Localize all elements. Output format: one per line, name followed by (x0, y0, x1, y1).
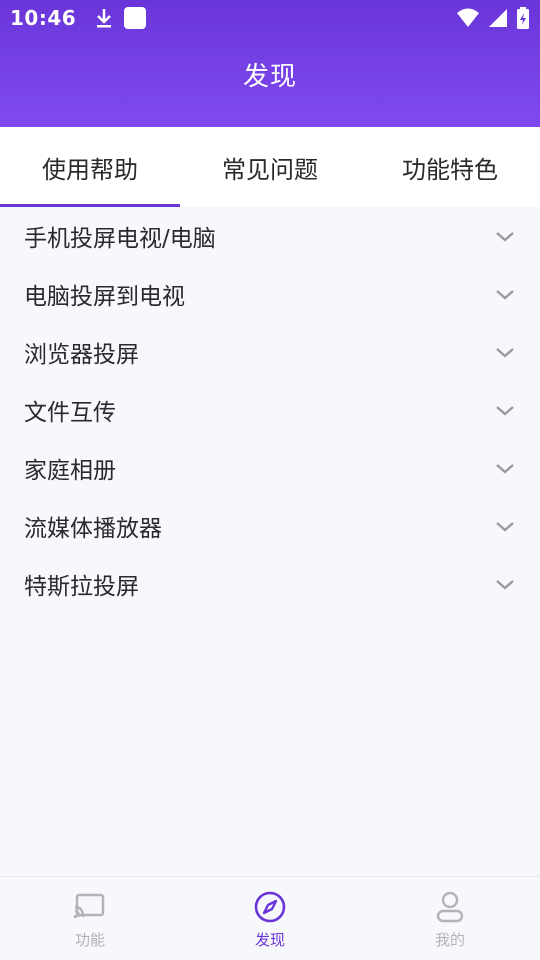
tab-features[interactable]: 功能特色 (360, 127, 540, 207)
bottom-nav: 功能 发现 我的 (0, 876, 540, 960)
nav-me[interactable]: 我的 (360, 877, 540, 960)
battery-icon (517, 7, 529, 29)
chevron-down-icon (496, 290, 514, 300)
list-item-label: 家庭相册 (24, 458, 116, 484)
cast-icon (73, 893, 105, 918)
wifi-icon (457, 8, 479, 27)
list-item[interactable]: 文件互传 (0, 381, 540, 439)
nav-features[interactable]: 功能 (0, 877, 180, 960)
list-item[interactable]: 特斯拉投屏 (0, 555, 540, 613)
chevron-down-icon (496, 348, 514, 358)
chevron-down-icon (496, 406, 514, 416)
list-item-label: 文件互传 (24, 400, 116, 426)
nav-label: 发现 (254, 930, 285, 949)
list-item-label: 特斯拉投屏 (24, 574, 139, 600)
list-item[interactable]: 电脑投屏到电视 (0, 265, 540, 323)
nav-label: 功能 (74, 930, 105, 949)
tab-faq[interactable]: 常见问题 (180, 127, 360, 207)
chevron-down-icon (496, 464, 514, 474)
list-item-label: 电脑投屏到电视 (24, 284, 185, 310)
app-square-icon (124, 7, 147, 29)
page-title: 发现 (242, 62, 297, 92)
nav-discover[interactable]: 发现 (180, 877, 360, 960)
list-item-label: 浏览器投屏 (24, 342, 139, 368)
nav-label: 我的 (434, 930, 465, 949)
status-bar: 10:46 (0, 0, 540, 36)
tab-bar: 使用帮助 常见问题 功能特色 (0, 127, 540, 207)
signal-icon (489, 9, 507, 27)
list-item[interactable]: 家庭相册 (0, 439, 540, 497)
tab-usage-help[interactable]: 使用帮助 (0, 127, 180, 207)
help-list: 手机投屏电视/电脑 电脑投屏到电视 浏览器投屏 文件互传 家庭相册 流媒体播放器… (0, 207, 540, 613)
compass-icon (254, 891, 286, 922)
status-time: 10:46 (10, 6, 77, 30)
list-item[interactable]: 浏览器投屏 (0, 323, 540, 381)
person-icon (436, 891, 464, 922)
download-icon (97, 9, 112, 28)
chevron-down-icon (496, 522, 514, 532)
list-item[interactable]: 手机投屏电视/电脑 (0, 207, 540, 265)
list-item[interactable]: 流媒体播放器 (0, 497, 540, 555)
list-item-label: 流媒体播放器 (24, 516, 162, 542)
chevron-down-icon (496, 232, 514, 242)
list-item-label: 手机投屏电视/电脑 (24, 226, 216, 252)
app-header: 10:46 发现 (0, 0, 540, 127)
chevron-down-icon (496, 580, 514, 590)
